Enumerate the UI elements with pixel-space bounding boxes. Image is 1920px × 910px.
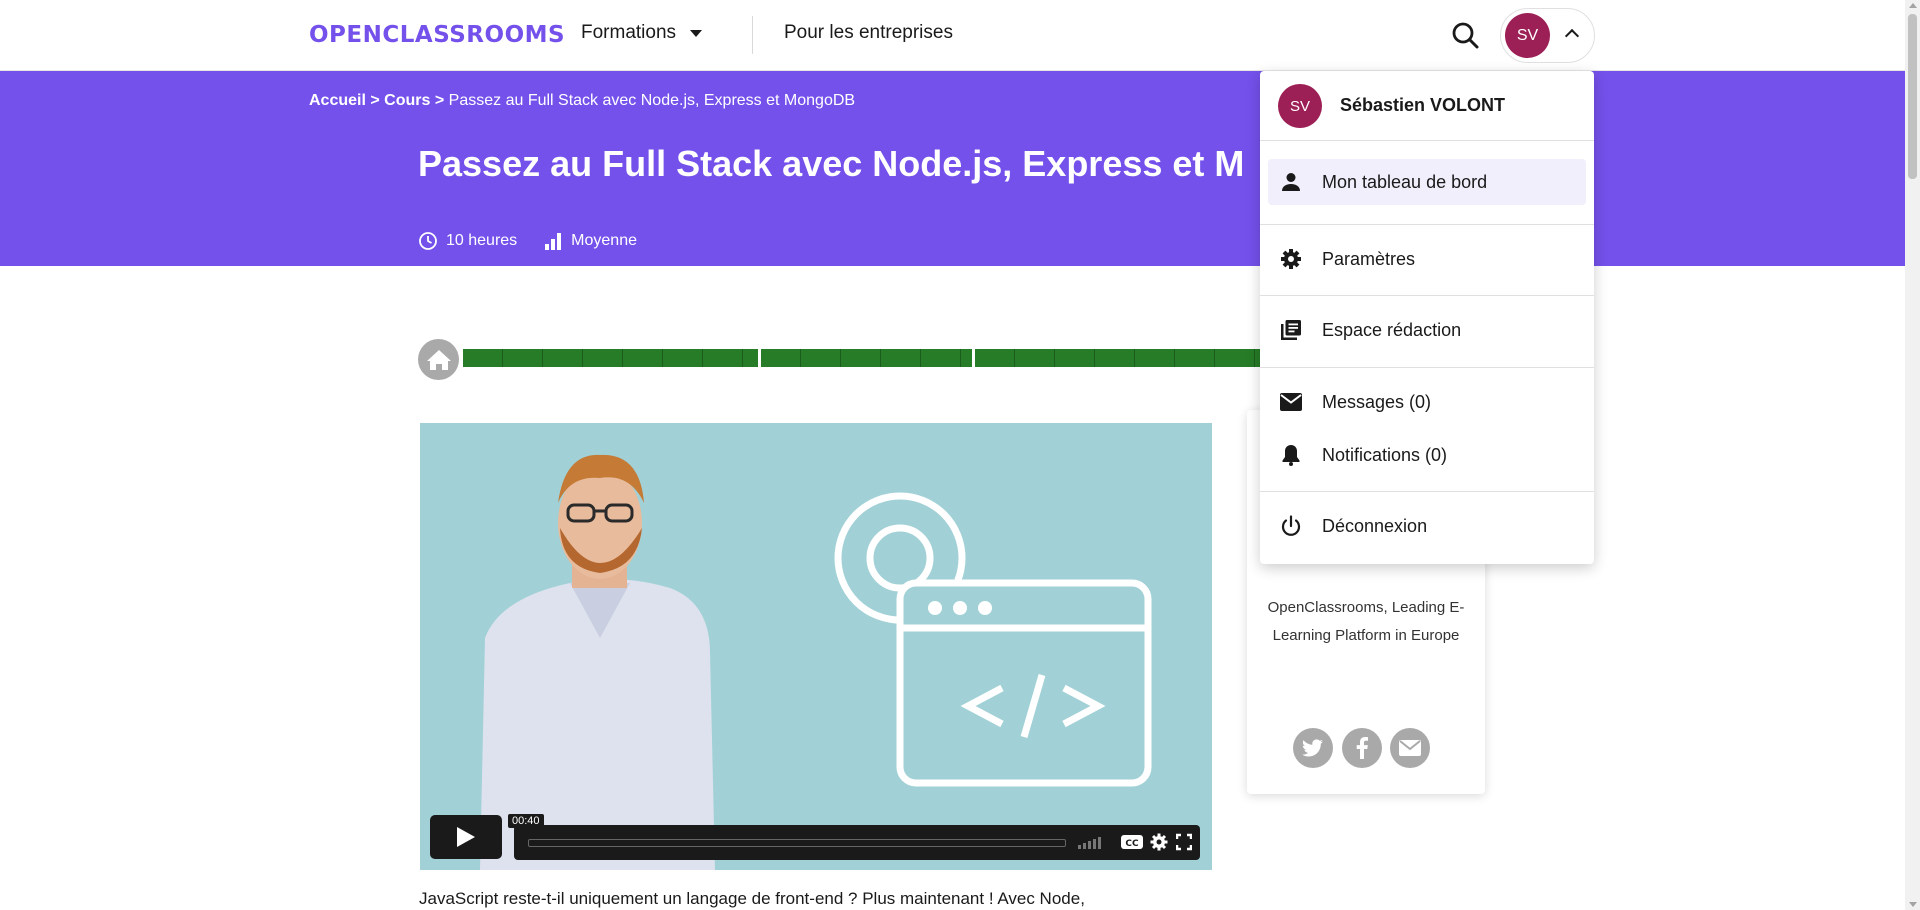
- formations-label: Formations: [581, 22, 677, 43]
- bell-icon: [1278, 442, 1304, 468]
- duration-label: 10 heures: [446, 232, 518, 249]
- gear-icon: [1150, 833, 1168, 851]
- course-video[interactable]: CC 00:40: [420, 423, 1212, 870]
- progress-segment[interactable]: [975, 349, 1260, 367]
- menu-item-label: Paramètres: [1322, 248, 1416, 269]
- menu-item-notifications[interactable]: Notifications (0): [1268, 432, 1586, 478]
- play-button[interactable]: [430, 815, 502, 859]
- breadcrumb-sep-2: >: [434, 92, 449, 109]
- top-navbar: OPENCLASSROOMS Formations Pour les entre…: [0, 0, 1905, 71]
- breadcrumb: Accueil > Cours > Passez au Full Stack a…: [309, 92, 855, 110]
- course-description: JavaScript reste-t-il uniquement un lang…: [419, 889, 1085, 908]
- chevron-up-icon: [1564, 28, 1580, 44]
- menu-divider: [1260, 295, 1594, 296]
- clock-icon: [419, 232, 437, 250]
- page-scrollbar[interactable]: [1905, 0, 1920, 910]
- user-menu-button[interactable]: SV: [1500, 8, 1595, 63]
- menu-item-label: Espace rédaction: [1322, 319, 1462, 340]
- progress-segment[interactable]: [463, 349, 758, 367]
- page: OPENCLASSROOMS Formations Pour les entre…: [0, 0, 1920, 910]
- course-home-button[interactable]: [418, 339, 459, 380]
- breadcrumb-courses[interactable]: Cours: [384, 92, 430, 109]
- menu-user-name: Sébastien VOLONT: [1340, 95, 1506, 115]
- video-time: 00:40: [508, 814, 544, 828]
- menu-item-dashboard[interactable]: Mon tableau de bord: [1268, 159, 1586, 205]
- person-icon: [1278, 169, 1304, 195]
- home-icon: [426, 349, 451, 370]
- fullscreen-button[interactable]: [1175, 833, 1193, 856]
- power-icon: [1278, 513, 1304, 539]
- user-dropdown-menu: SV Sébastien VOLONT Mon tableau de bord …: [1260, 71, 1594, 564]
- play-icon: [457, 827, 475, 847]
- openclassrooms-logo[interactable]: OPENCLASSROOMS: [309, 22, 565, 48]
- video-scrubber[interactable]: [528, 839, 1066, 847]
- captions-button[interactable]: CC: [1120, 833, 1144, 856]
- nav-divider: [752, 16, 753, 54]
- settings-button[interactable]: [1150, 833, 1168, 856]
- caret-down-icon: [690, 29, 703, 37]
- menu-item-label: Notifications (0): [1322, 444, 1448, 465]
- video-controls: CC: [514, 825, 1200, 860]
- video-thumbnail: [420, 423, 1212, 870]
- menu-divider: [1260, 367, 1594, 368]
- mail-icon: [1399, 740, 1421, 756]
- email-share-button[interactable]: [1390, 728, 1430, 768]
- page-title: Passez au Full Stack avec Node.js, Expre…: [418, 143, 1245, 184]
- entreprises-link[interactable]: Pour les entreprises: [784, 22, 953, 44]
- menu-item-writing-space[interactable]: Espace rédaction: [1268, 307, 1586, 353]
- share-text: OpenClassrooms, Leading E-Learning Platf…: [1267, 599, 1465, 644]
- volume-icon[interactable]: [1078, 835, 1101, 849]
- mail-icon: [1278, 389, 1304, 415]
- breadcrumb-home[interactable]: Accueil: [309, 92, 366, 109]
- difficulty-bars-icon: [545, 233, 562, 250]
- gear-icon: [1278, 246, 1304, 272]
- menu-user-header: SV Sébastien VOLONT: [1260, 71, 1594, 141]
- fullscreen-icon: [1175, 833, 1193, 851]
- cc-icon: CC: [1121, 835, 1143, 849]
- menu-divider: [1260, 491, 1594, 492]
- difficulty-label: Moyenne: [571, 232, 637, 249]
- search-icon: [1452, 22, 1479, 49]
- breadcrumb-current: Passez au Full Stack avec Node.js, Expre…: [448, 92, 856, 109]
- scroll-down-icon[interactable]: [1909, 902, 1917, 907]
- menu-item-logout[interactable]: Déconnexion: [1268, 503, 1586, 549]
- menu-item-label: Messages (0): [1322, 391, 1432, 412]
- menu-item-label: Déconnexion: [1322, 515, 1428, 536]
- menu-item-label: Mon tableau de bord: [1322, 171, 1488, 192]
- facebook-icon: [1356, 737, 1368, 759]
- course-duration: 10 heures: [418, 231, 517, 251]
- breadcrumb-sep-1: >: [370, 92, 385, 109]
- twitter-icon: [1302, 739, 1323, 757]
- avatar: SV: [1505, 13, 1550, 58]
- menu-item-settings[interactable]: Paramètres: [1268, 236, 1586, 282]
- search-button[interactable]: [1448, 18, 1484, 54]
- library-icon: [1278, 317, 1304, 343]
- menu-avatar: SV: [1278, 84, 1322, 128]
- formations-menu-button[interactable]: Formations: [581, 22, 703, 44]
- course-meta: 10 heures Moyenne: [418, 231, 663, 251]
- course-difficulty: Moyenne: [543, 231, 637, 251]
- facebook-share-button[interactable]: [1342, 728, 1382, 768]
- menu-divider: [1260, 224, 1594, 225]
- twitter-share-button[interactable]: [1293, 728, 1333, 768]
- scroll-thumb[interactable]: [1908, 14, 1917, 179]
- menu-item-messages[interactable]: Messages (0): [1268, 379, 1586, 425]
- progress-segment[interactable]: [761, 349, 972, 367]
- scroll-up-icon[interactable]: [1909, 3, 1917, 8]
- svg-text:CC: CC: [1125, 839, 1139, 849]
- course-hero: Accueil > Cours > Passez au Full Stack a…: [0, 71, 1905, 266]
